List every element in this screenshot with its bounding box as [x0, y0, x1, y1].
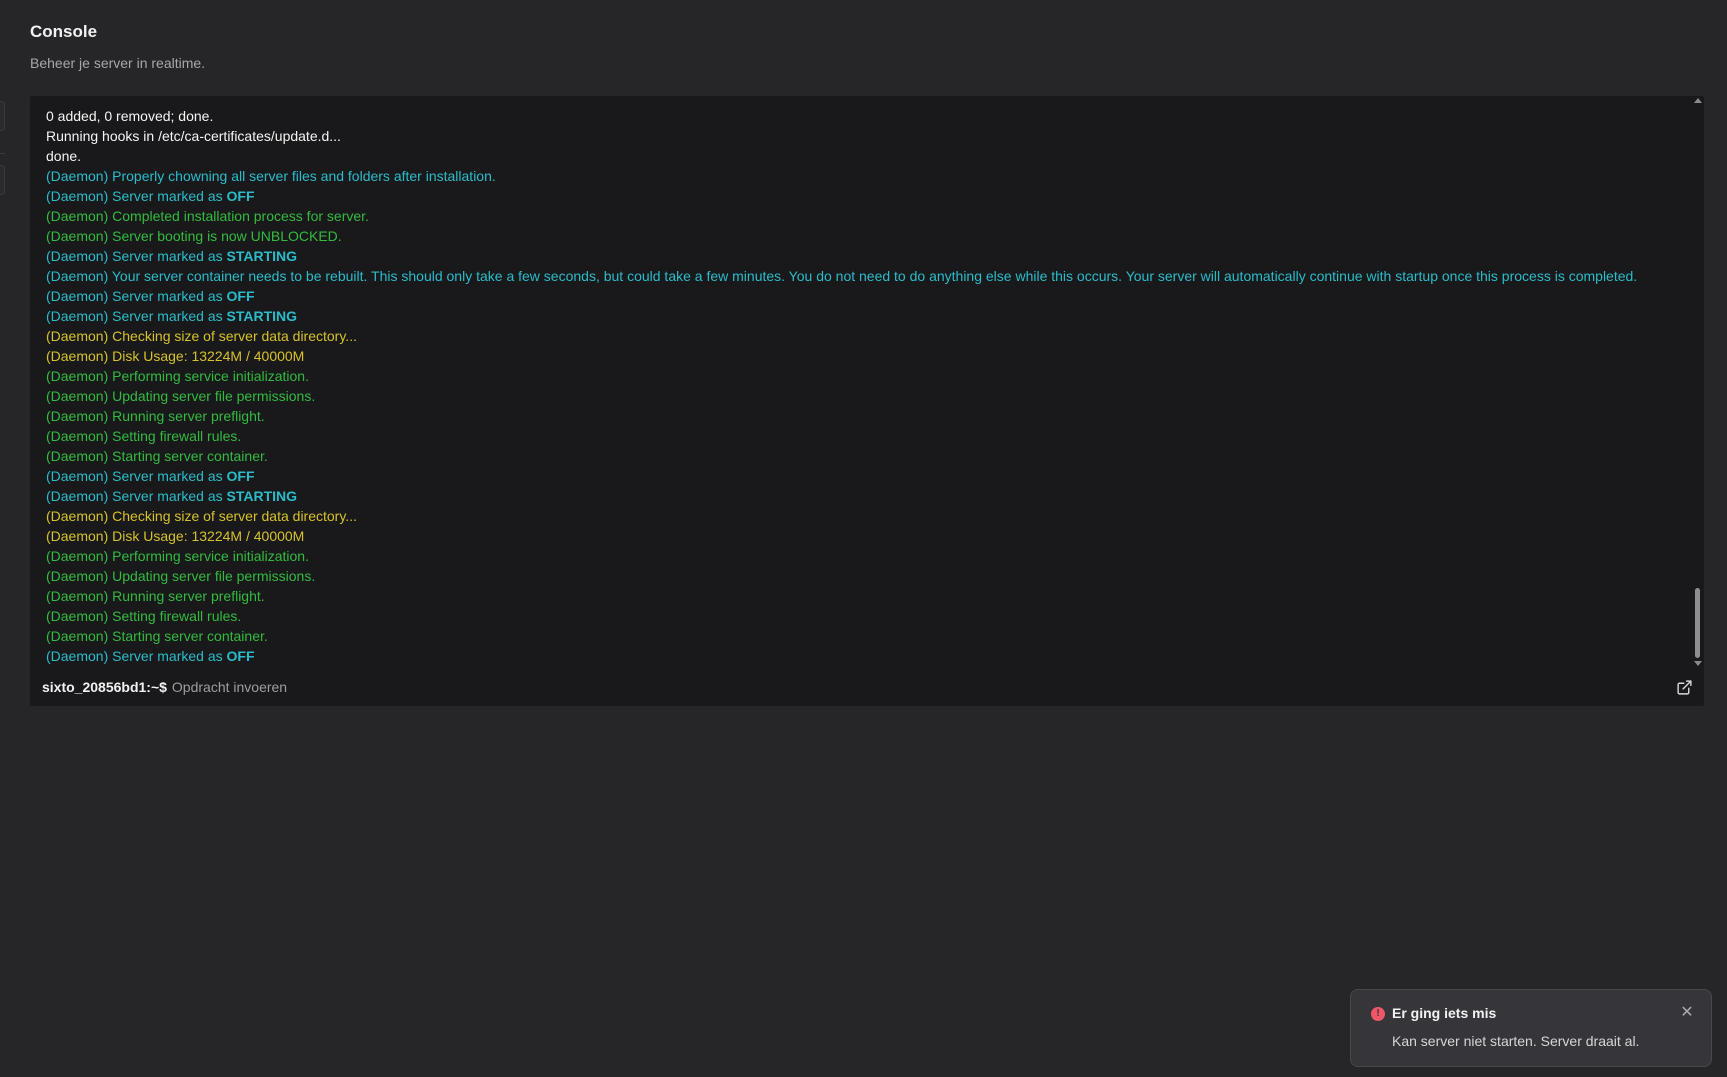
console-line: (Daemon) Updating server file permission…	[46, 386, 1682, 406]
console-line-text: (Daemon) Setting firewall rules.	[46, 608, 242, 624]
command-input[interactable]	[171, 673, 1664, 701]
console-line: (Daemon) Running server preflight.	[46, 586, 1682, 606]
console-line: (Daemon) Server marked as OFF	[46, 466, 1682, 486]
console-line: (Daemon) Server marked as OFF	[46, 186, 1682, 206]
console-line-text: (Daemon) Server marked as	[46, 188, 227, 204]
console-line: (Daemon) Server booting is now UNBLOCKED…	[46, 226, 1682, 246]
console-line-text: (Daemon) Checking size of server data di…	[46, 328, 357, 344]
console-line: (Daemon) Performing service initializati…	[46, 546, 1682, 566]
console-line-text: (Daemon) Server marked as	[46, 248, 227, 264]
toast-title: Er ging iets mis	[1392, 1005, 1497, 1021]
external-link-icon[interactable]	[1664, 668, 1704, 706]
sidebar-divider	[0, 153, 5, 154]
error-toast: ! Er ging iets mis Kan server niet start…	[1350, 989, 1712, 1067]
console-line: (Daemon) Checking size of server data di…	[46, 326, 1682, 346]
console-line: (Daemon) Properly chowning all server fi…	[46, 166, 1682, 186]
console-line-text: (Daemon) Server marked as	[46, 288, 227, 304]
console-log-lines: 0 added, 0 removed; done. Running hooks i…	[46, 106, 1682, 666]
console-line-text: (Daemon) Setting firewall rules.	[46, 428, 242, 444]
console-line-text: (Daemon) Server marked as	[46, 488, 227, 504]
console-line-status: OFF	[226, 188, 255, 204]
console-line: Running hooks in /etc/ca-certificates/up…	[46, 126, 1682, 146]
scroll-down-arrow-icon[interactable]	[1694, 661, 1702, 666]
console-line-text: (Daemon) Server marked as	[46, 648, 227, 664]
console-line: (Daemon) Server marked as OFF	[46, 286, 1682, 306]
console-panel: 0 added, 0 removed; done. Running hooks i…	[30, 96, 1704, 706]
console-line: (Daemon) Setting firewall rules.	[46, 606, 1682, 626]
console-line-status: STARTING	[226, 308, 298, 324]
console-line: (Daemon) Setting firewall rules.	[46, 426, 1682, 446]
console-line: (Daemon) Performing service initializati…	[46, 366, 1682, 386]
console-log[interactable]: 0 added, 0 removed; done. Running hooks i…	[46, 96, 1682, 668]
console-line-status: STARTING	[226, 488, 298, 504]
console-line: (Daemon) Running server preflight.	[46, 406, 1682, 426]
console-line-text: (Daemon) Server marked as	[46, 308, 227, 324]
console-line-text: (Daemon) Disk Usage: 13224M / 40000M	[46, 528, 305, 544]
command-prompt-row: sixto_20856bd1:~$	[30, 668, 1704, 706]
console-line-text: (Daemon) Starting server container.	[46, 448, 268, 464]
console-line-text: Running hooks in /etc/ca-certificates/up…	[46, 128, 341, 144]
console-line-status: STARTING	[226, 248, 298, 264]
console-line: (Daemon) Server marked as STARTING	[46, 306, 1682, 326]
console-page: Console Beheer je server in realtime. 0 …	[0, 0, 1727, 1077]
console-line: (Daemon) Your server container needs to …	[46, 266, 1682, 286]
console-line-text: (Daemon) Starting server container.	[46, 628, 268, 644]
console-line-status: OFF	[226, 648, 255, 664]
prompt-label: sixto_20856bd1:~$	[42, 679, 167, 695]
console-line-text: (Daemon) Disk Usage: 13224M / 40000M	[46, 348, 305, 364]
collapsed-sidebar-handle[interactable]	[0, 165, 5, 195]
console-line-text: (Daemon) Properly chowning all server fi…	[46, 168, 496, 184]
console-line: (Daemon) Checking size of server data di…	[46, 506, 1682, 526]
scrollbar-thumb[interactable]	[1695, 588, 1700, 658]
console-line-text: (Daemon) Updating server file permission…	[46, 388, 316, 404]
console-line-text: (Daemon) Running server preflight.	[46, 588, 265, 604]
collapsed-sidebar-handle[interactable]	[0, 101, 5, 131]
page-title: Console	[30, 22, 98, 41]
page-header: Console Beheer je server in realtime.	[30, 22, 205, 71]
console-scrollbar[interactable]	[1692, 96, 1704, 668]
console-line-text: (Daemon) Completed installation process …	[46, 208, 369, 224]
console-line-text: (Daemon) Server booting is now UNBLOCKED…	[46, 228, 342, 244]
console-line-text: (Daemon) Performing service initializati…	[46, 368, 309, 384]
console-line: (Daemon) Server marked as OFF	[46, 646, 1682, 666]
console-line: 0 added, 0 removed; done.	[46, 106, 1682, 126]
console-line: (Daemon) Completed installation process …	[46, 206, 1682, 226]
console-line: (Daemon) Starting server container.	[46, 626, 1682, 646]
console-line-text: (Daemon) Running server preflight.	[46, 408, 265, 424]
console-line-text: (Daemon) Performing service initializati…	[46, 548, 309, 564]
console-line-text: (Daemon) Your server container needs to …	[46, 268, 1638, 284]
error-icon: !	[1371, 1007, 1385, 1021]
console-line-text: (Daemon) Checking size of server data di…	[46, 508, 357, 524]
console-line-text: (Daemon) Server marked as	[46, 468, 227, 484]
console-line-status: OFF	[226, 468, 255, 484]
console-line: (Daemon) Disk Usage: 13224M / 40000M	[46, 526, 1682, 546]
console-line: (Daemon) Updating server file permission…	[46, 566, 1682, 586]
console-line: done.	[46, 146, 1682, 166]
close-icon[interactable]: ✕	[1677, 1003, 1697, 1023]
console-line-text: (Daemon) Updating server file permission…	[46, 568, 316, 584]
console-line: (Daemon) Starting server container.	[46, 446, 1682, 466]
console-line-status: OFF	[226, 288, 255, 304]
toast-message: Kan server niet starten. Server draait a…	[1392, 1033, 1640, 1049]
console-line: (Daemon) Disk Usage: 13224M / 40000M	[46, 346, 1682, 366]
console-line-text: 0 added, 0 removed; done.	[46, 108, 214, 124]
console-line: (Daemon) Server marked as STARTING	[46, 486, 1682, 506]
console-line-text: done.	[46, 148, 82, 164]
page-subtitle: Beheer je server in realtime.	[30, 55, 206, 71]
console-line: (Daemon) Server marked as STARTING	[46, 246, 1682, 266]
scroll-up-arrow-icon[interactable]	[1694, 98, 1702, 103]
